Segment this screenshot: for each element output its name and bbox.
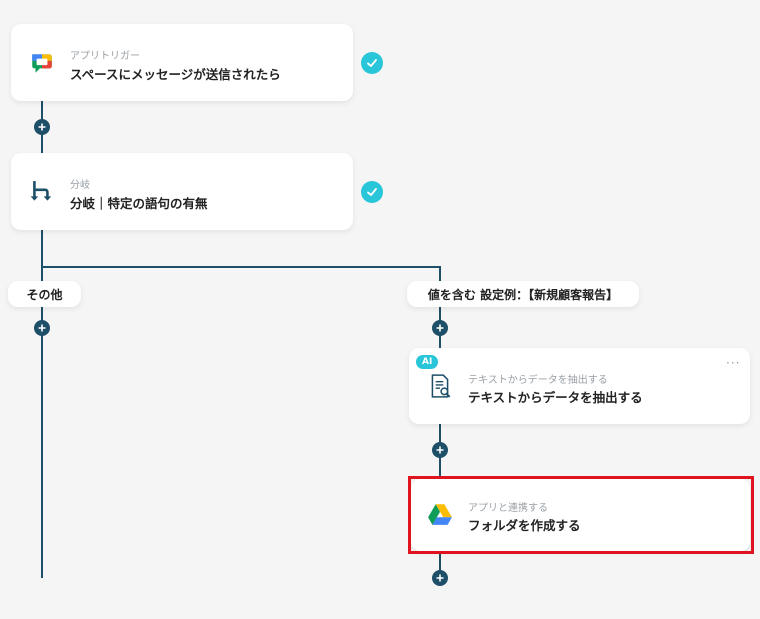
branch-label-contains[interactable]: 値を含む 設定例：【新規顧客報告】: [407, 281, 639, 307]
extract-card[interactable]: テキストからデータを抽出する テキストからデータを抽出する ···: [409, 348, 750, 424]
add-step-button-2[interactable]: [432, 442, 448, 458]
add-step-button-1[interactable]: [34, 119, 50, 135]
branch-subtitle: 分岐: [70, 180, 90, 191]
google-chat-icon: [29, 50, 55, 76]
branch-check-icon: [361, 181, 383, 203]
branch-card[interactable]: 分岐 分岐｜特定の語句の有無: [11, 153, 353, 230]
branch-title: 分岐｜特定の語句の有無: [70, 196, 208, 211]
add-step-button-right[interactable]: [432, 320, 448, 336]
trigger-subtitle: アプリトリガー: [70, 51, 140, 62]
branch-icon: [29, 179, 55, 205]
extract-subtitle: テキストからデータを抽出する: [468, 375, 608, 386]
connector-right-branch: [439, 266, 441, 282]
more-options-icon[interactable]: ···: [726, 356, 740, 370]
trigger-check-icon: [361, 52, 383, 74]
document-search-icon: [427, 373, 453, 399]
add-step-button-left[interactable]: [34, 320, 50, 336]
add-step-button-3[interactable]: [432, 570, 448, 586]
connector-horizontal: [41, 266, 440, 268]
ai-badge: AI: [416, 355, 439, 369]
trigger-title: スペースにメッセージが送信されたら: [70, 67, 281, 82]
branch-label-other[interactable]: その他: [8, 281, 81, 307]
trigger-card[interactable]: アプリトリガー スペースにメッセージが送信されたら: [11, 24, 353, 101]
highlight-box: [408, 476, 754, 554]
extract-title: テキストからデータを抽出する: [468, 390, 643, 405]
